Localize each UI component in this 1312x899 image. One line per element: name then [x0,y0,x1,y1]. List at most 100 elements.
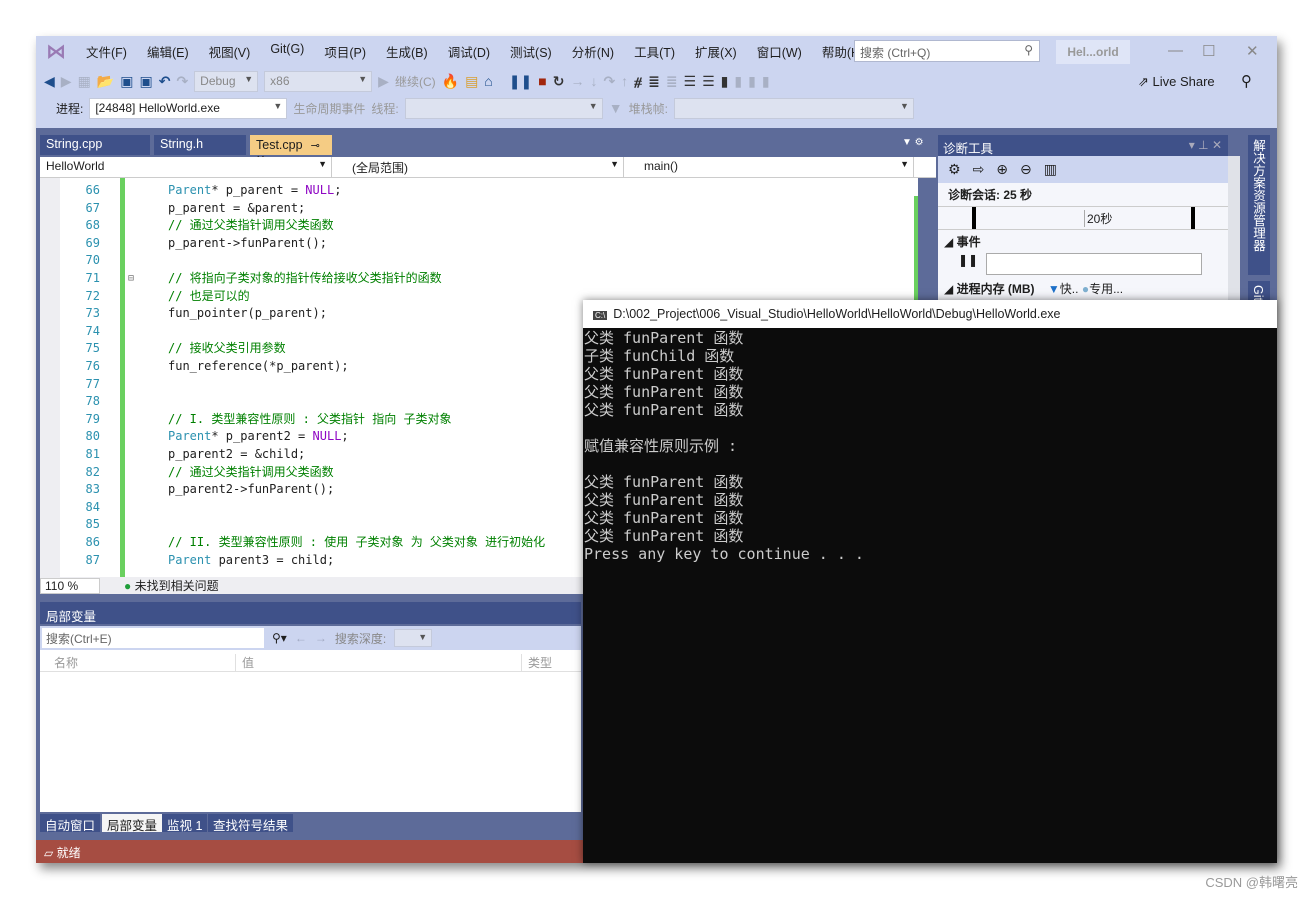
continue-button[interactable]: 继续(C) [395,73,436,90]
settings-icon[interactable]: ⚙ [948,161,973,177]
indent-icon[interactable]: ☰ [684,73,697,90]
menu-item[interactable]: 文件(F) [76,42,137,61]
maximize-button[interactable]: ☐ [1202,42,1215,60]
step-into-icon[interactable]: ↓ [590,73,597,89]
locals-title: 局部变量 [46,610,97,624]
column-name[interactable]: 名称 [40,654,236,671]
live-share-button[interactable]: ⇗ Live Share [1138,74,1215,90]
menu-item[interactable]: 分析(N) [562,42,624,61]
open-folder-icon[interactable]: 📂 [97,73,114,90]
console-line: 父类 funParent 函数 [584,527,744,545]
thread-select[interactable]: ▼ [404,97,603,119]
minimize-button[interactable]: — [1168,42,1183,59]
forward-arrow-icon[interactable]: → [315,631,327,645]
show-next-statement-icon[interactable]: → [570,73,584,89]
zoom-in-icon[interactable]: ⊕ [996,161,1020,177]
comment-icon[interactable]: ≣ [648,73,660,90]
home-icon[interactable]: ⌂ [484,73,492,89]
diag-scrollbar[interactable] [1228,156,1240,316]
process-select[interactable]: [24848] HelloWorld.exe ▼ [89,97,288,119]
events-section[interactable]: ◢ 事件 [938,230,1228,253]
menu-item[interactable]: 项目(P) [314,42,376,61]
tab-document[interactable]: String.h [154,135,246,155]
menu-item[interactable]: 视图(V) [199,42,261,61]
issues-text: 未找到相关问题 [134,579,219,593]
project-select[interactable]: HelloWorld ▼ [40,157,332,177]
chart-icon[interactable]: ▥ [1044,161,1069,177]
save-all-icon[interactable]: ▣ [139,73,152,90]
bottom-tab[interactable]: 自动窗口 [40,814,101,833]
member-value: main() [644,159,679,173]
next-bookmark-icon[interactable]: ▮ [748,73,756,90]
timeline[interactable]: 20秒 [938,206,1228,230]
back-arrow-icon[interactable]: ← [295,631,307,645]
lifecycle-events-button[interactable]: 生命周期事件 [293,100,365,117]
locals-columns: 名称 值 类型 [40,650,581,672]
breakpoints-icon[interactable]: ⧣ [634,73,642,90]
tab-document[interactable]: Test.cpp⊸ ✕ [250,135,332,166]
search-box[interactable]: 搜索 (Ctrl+Q) ⚲ [854,40,1040,62]
prev-bookmark-icon[interactable]: ▮ [734,73,742,90]
column-type[interactable]: 类型 [522,654,552,671]
zoom-select[interactable]: 110 % [40,577,100,594]
menu-item[interactable]: 工具(T) [624,42,685,61]
forward-icon[interactable]: ▶ [61,73,72,90]
menu-item[interactable]: 生成(B) [376,42,438,61]
redo-icon[interactable]: ↷ [176,73,188,90]
continue-icon[interactable]: ▶ [378,73,389,90]
uncomment-icon[interactable]: ≣ [666,73,678,90]
menu-item[interactable]: Git(G) [260,42,314,61]
collapse-icon[interactable]: ⊟ [128,270,134,288]
menu-item[interactable]: 窗口(W) [747,42,812,61]
menu-item[interactable]: 扩展(X) [685,42,747,61]
undo-icon[interactable]: ↶ [159,73,171,90]
bookmark-icon[interactable]: ▮ [721,73,729,90]
find-icon[interactable]: ▤ [465,73,478,90]
console-window[interactable]: C:\ D:\002_Project\006_Visual_Studio\Hell… [583,300,1277,863]
memory-section[interactable]: ◢ 进程内存 (MB) ▼快.. ●专用... [938,275,1228,302]
new-project-icon[interactable]: ▦ [78,73,91,90]
tab-dropdown-icon[interactable]: ▼ ⚙ [902,137,924,148]
hot-reload-icon[interactable]: 🔥 [442,73,459,90]
depth-select[interactable]: ▼ [394,629,433,647]
search-icon[interactable]: ⚲▾ [272,631,287,645]
code-text: Parent* p_parent2 = NULL; [168,428,349,446]
menu-item[interactable]: 调试(D) [438,42,500,61]
diag-window-controls[interactable]: ▾ ⊥ ✕ [1189,138,1222,152]
bottom-tab[interactable]: 查找符号结果 [208,814,294,833]
save-icon[interactable]: ▣ [120,73,133,90]
bottom-tab[interactable]: 监视 1 [162,814,208,833]
export-icon[interactable]: ⇨ [973,161,997,177]
menu-item[interactable]: 编辑(E) [137,42,199,61]
feedback-icon[interactable]: ⚲ [1241,72,1252,90]
column-value[interactable]: 值 [236,654,522,671]
filter-icon[interactable]: ▼ [609,100,623,116]
tab-document[interactable]: String.cpp [40,135,150,155]
member-select[interactable]: main() ▼ [624,157,914,177]
solution-explorer-tab[interactable]: 解决方案资源管理器 [1248,135,1270,275]
platform-select[interactable]: x86 ▼ [264,70,373,92]
stop-icon[interactable]: ■ [538,73,546,89]
step-over-icon[interactable]: ↷ [603,73,615,90]
legend-private: 专用... [1089,282,1124,296]
locals-search-input[interactable]: 搜索(Ctrl+E) [42,628,264,648]
code-token: // 将指向子类对象的指针传给接收父类指针的函数 [168,271,442,285]
stack-frame-select[interactable]: ▼ [673,97,914,119]
back-icon[interactable]: ◀ [44,73,55,90]
outdent-icon[interactable]: ☰ [702,73,715,90]
code-token: parent3 = child; [211,552,335,567]
pause-icon[interactable]: ❚❚ [509,73,532,90]
config-select[interactable]: Debug ▼ [194,70,259,92]
diag-panel: ⚙⇨⊕⊖▥ 诊断会话: 25 秒 20秒 ◢ 事件 ❚❚ ◢ 进程内存 (MB)… [938,156,1228,316]
step-out-icon[interactable]: ↑ [621,73,628,89]
scope-select[interactable]: (全局范围) ▼ [332,157,624,177]
vs-logo-icon: ⋈ [46,40,66,63]
pause-icon[interactable]: ❚❚ [958,253,978,275]
close-button[interactable]: ✕ [1246,42,1259,60]
menu-item[interactable]: 测试(S) [500,42,562,61]
restart-icon[interactable]: ↻ [553,73,565,90]
zoom-out-icon[interactable]: ⊖ [1020,161,1044,177]
clear-bookmarks-icon[interactable]: ▮ [762,73,770,90]
watermark: CSDN @韩曙亮 [1205,875,1298,890]
bottom-tab[interactable]: 局部变量 [102,814,163,833]
